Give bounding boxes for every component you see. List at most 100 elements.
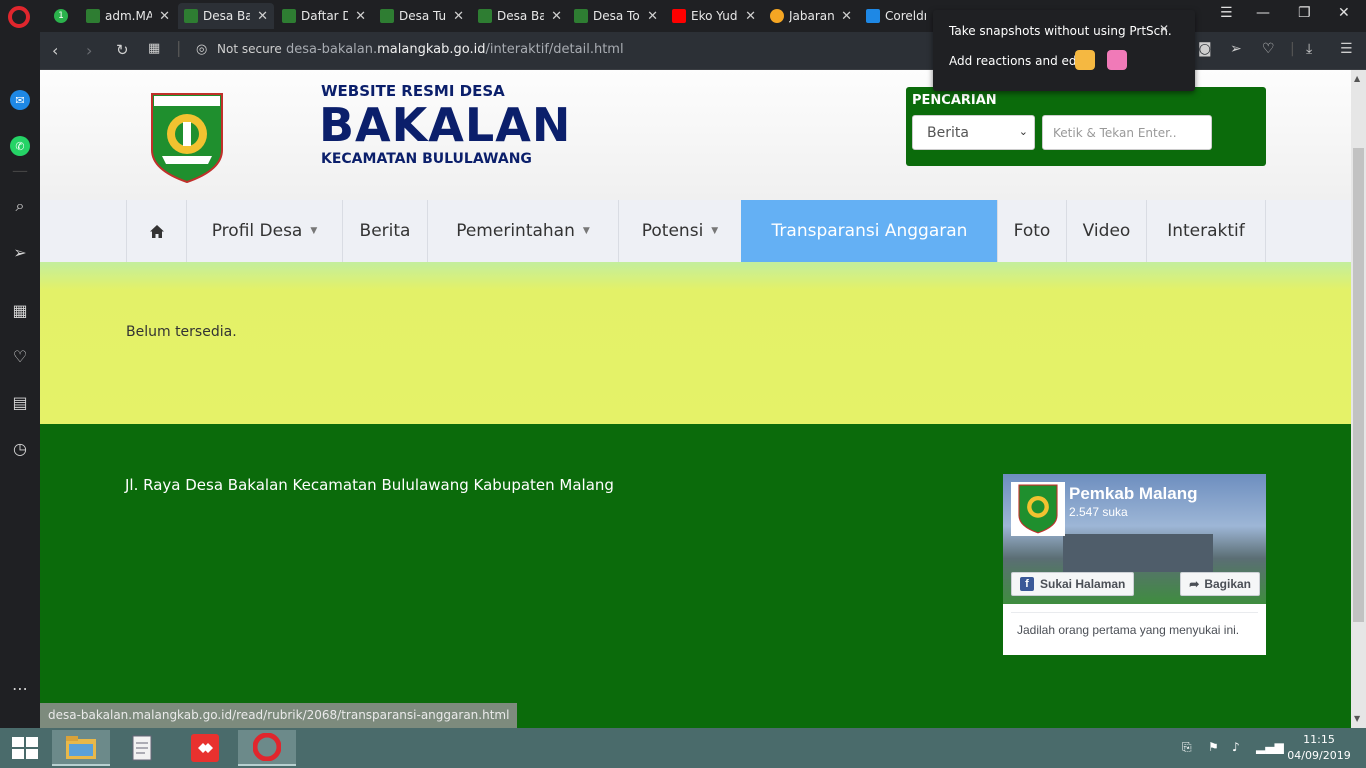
heart-icon[interactable]: ♡	[1262, 41, 1275, 57]
windows-start-icon[interactable]	[12, 737, 38, 759]
tab-title: Jabaran	[789, 9, 835, 23]
heart-icon[interactable]: ♡	[8, 344, 32, 368]
fb-cover-photo[interactable]: Pemkab Malang 2.547 suka f Sukai Halaman…	[1003, 474, 1266, 604]
opera-logo-icon[interactable]	[8, 6, 30, 28]
close-icon[interactable]: ✕	[841, 9, 852, 24]
more-icon[interactable]: ⋯	[8, 676, 32, 700]
search-icon[interactable]: ⌕	[8, 194, 32, 218]
nav-home[interactable]	[126, 200, 186, 262]
nav-interaktif[interactable]: Interaktif	[1146, 200, 1266, 262]
kabupaten-malang-logo	[151, 93, 223, 184]
fb-like-page-button[interactable]: f Sukai Halaman	[1011, 572, 1135, 596]
not-secure-label[interactable]: Not secure	[217, 42, 282, 56]
nav-berita[interactable]: Berita	[342, 200, 427, 262]
shield-icon	[282, 9, 296, 23]
globe-icon[interactable]: ◎	[196, 42, 207, 57]
scroll-down-icon[interactable]: ▼	[1354, 714, 1360, 723]
page-scrollbar[interactable]: ▲ ▼	[1351, 70, 1366, 728]
tab-title: Desa Tu	[399, 9, 447, 23]
system-clock[interactable]: 11:15 04/09/2019	[1286, 732, 1352, 764]
news-icon[interactable]: ▤	[8, 390, 32, 414]
camera-icon[interactable]: ◙	[1198, 41, 1212, 57]
close-icon[interactable]: ✕	[159, 9, 170, 24]
close-icon[interactable]: ✕	[257, 9, 268, 24]
window-close-icon[interactable]: ✕	[1338, 5, 1350, 21]
opera-taskbar-icon[interactable]	[238, 730, 296, 766]
nav-label: Pemerintahan	[456, 221, 575, 241]
browser-tab[interactable]: Desa Ba ✕	[472, 3, 568, 29]
nav-pemerintahan[interactable]: Pemerintahan ▼	[427, 200, 618, 262]
nav-video[interactable]: Video	[1066, 200, 1146, 262]
windows-taskbar: ⎘ ⚑ ♪ ▂▄▆ 11:15 04/09/2019	[0, 728, 1366, 768]
forward-icon[interactable]: ›	[86, 41, 92, 60]
blogger-icon	[770, 9, 784, 23]
close-icon[interactable]: ✕	[745, 9, 756, 24]
browser-tab[interactable]: Eko Yud ✕	[666, 3, 762, 29]
flag-icon[interactable]: ⚑	[1208, 740, 1219, 754]
close-icon[interactable]: ✕	[551, 9, 562, 24]
url-prefix: desa-bakalan.	[286, 42, 378, 57]
close-icon[interactable]: ✕	[453, 9, 464, 24]
caret-down-icon: ▼	[711, 226, 719, 236]
tabs-grid-icon[interactable]: ▦	[148, 41, 160, 56]
easy-setup-icon[interactable]: ☰	[1340, 41, 1353, 57]
cat-emoji-icon	[1107, 50, 1127, 70]
volume-muted-icon[interactable]: ♪	[1232, 740, 1240, 754]
page-viewport: WEBSITE RESMI DESA BAKALAN KECAMATAN BUL…	[40, 70, 1351, 728]
nav-profil-desa[interactable]: Profil Desa ▼	[186, 200, 342, 262]
close-icon[interactable]: ✕	[1159, 22, 1169, 36]
scroll-up-icon[interactable]: ▲	[1354, 74, 1360, 83]
caret-down-icon: ▼	[310, 226, 318, 236]
browser-tab[interactable]: Jabaran ✕	[764, 3, 858, 29]
send-icon[interactable]: ➢	[1230, 41, 1242, 57]
url-field[interactable]: desa-bakalan.malangkab.go.id/interaktif/…	[286, 42, 624, 57]
reload-icon[interactable]: ↻	[116, 41, 129, 59]
fb-profile-picture[interactable]	[1011, 482, 1065, 536]
close-icon[interactable]: ✕	[647, 9, 658, 24]
minimize-icon[interactable]: —	[1256, 5, 1270, 21]
browser-tab[interactable]: adm.MA ✕	[80, 3, 176, 29]
url-domain: malangkab.go.id	[377, 42, 486, 57]
snapshot-toast: Take snapshots without using PrtScn. Add…	[933, 10, 1195, 91]
search-select-value: Berita	[927, 125, 969, 141]
tab-title: Coreldra	[885, 9, 926, 23]
nav-foto[interactable]: Foto	[997, 200, 1066, 262]
download-icon[interactable]: ⤓	[1306, 41, 1312, 57]
speed-dial-icon[interactable]: ▦	[8, 298, 32, 322]
share-icon: ➦	[1189, 577, 1200, 591]
corel-icon	[866, 9, 880, 23]
scrollbar-thumb[interactable]	[1353, 148, 1364, 622]
search-category-select[interactable]: Berita ⌄	[912, 115, 1035, 150]
back-icon[interactable]: ‹	[52, 41, 58, 60]
whatsapp-icon[interactable]: ✆	[10, 136, 30, 156]
browser-tab[interactable]: Daftar D ✕	[276, 3, 372, 29]
document-app-icon[interactable]	[114, 730, 172, 766]
browser-tab[interactable]: Desa To ✕	[568, 3, 664, 29]
signal-icon[interactable]: ▂▄▆	[1256, 740, 1284, 754]
anydesk-icon[interactable]	[176, 730, 234, 766]
send-icon[interactable]: ➢	[8, 240, 32, 264]
restore-icon[interactable]: ❐	[1298, 5, 1311, 21]
opera-sidebar: ✉ ✆ — ⌕ ➢ ▦ ♡ ▤ ◷ ⋯	[0, 32, 40, 728]
search-input[interactable]: Ketik & Tekan Enter..	[1042, 115, 1212, 150]
nav-transparansi-anggaran[interactable]: Transparansi Anggaran	[741, 200, 997, 262]
network-device-icon[interactable]: ⎘	[1182, 740, 1192, 755]
chevron-down-icon: ⌄	[1018, 125, 1028, 138]
tab-menu-icon[interactable]: ☰	[1220, 5, 1233, 21]
kabupaten-malang-logo	[1018, 484, 1058, 534]
fb-page-name[interactable]: Pemkab Malang	[1069, 484, 1198, 504]
browser-tab[interactable]: Desa Tu ✕	[374, 3, 470, 29]
history-icon[interactable]: ◷	[8, 436, 32, 460]
close-icon[interactable]: ✕	[355, 9, 366, 24]
tab-whatsapp-badge[interactable]: 1	[48, 3, 74, 29]
browser-tab[interactable]: Coreldra	[860, 3, 932, 29]
messenger-icon[interactable]: ✉	[10, 90, 30, 110]
file-explorer-icon[interactable]	[52, 730, 110, 766]
main-nav: Profil Desa ▼ Berita Pemerintahan ▼ Potens…	[40, 200, 1351, 262]
nav-potensi[interactable]: Potensi ▼	[618, 200, 741, 262]
toast-submessage: Add reactions and edit	[949, 54, 1085, 68]
youtube-icon	[672, 9, 686, 23]
browser-tab-active[interactable]: Desa Ba ✕	[178, 3, 274, 29]
status-bar-url: desa-bakalan.malangkab.go.id/read/rubrik…	[40, 703, 518, 728]
fb-share-button[interactable]: ➦ Bagikan	[1180, 572, 1260, 596]
